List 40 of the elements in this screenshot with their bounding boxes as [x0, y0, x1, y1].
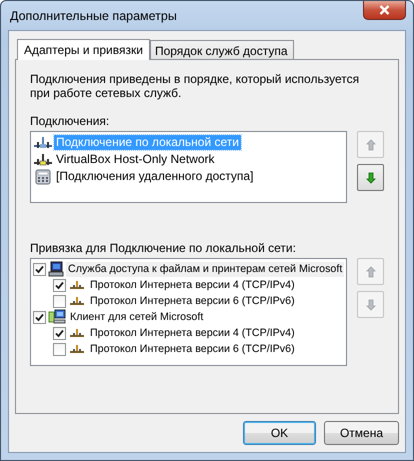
protocol-item[interactable]: Протокол Интернета версии 4 (TCP/IPv4): [88, 326, 297, 340]
service-item[interactable]: Служба доступа к файлам и принтерам сетей Microsoft: [66, 262, 344, 276]
protocol-item[interactable]: Протокол Интернета версии 6 (TCP/IPv6): [88, 294, 297, 308]
service-item[interactable]: Клиент для сетей Microsoft: [68, 310, 206, 324]
protocol-icon: [70, 296, 84, 306]
ok-button[interactable]: OK: [243, 421, 316, 445]
phone-icon: [35, 168, 51, 184]
connections-label: Подключения:: [30, 114, 110, 128]
network-icon: [34, 152, 52, 166]
computer-icon: [48, 309, 66, 325]
arrow-up-icon: [366, 266, 376, 278]
cancel-button[interactable]: Отмена: [324, 421, 399, 445]
computer-icon: [48, 261, 64, 277]
protocol-item[interactable]: Протокол Интернета версии 4 (TCP/IPv4): [88, 278, 297, 292]
window-title: Дополнительные параметры: [10, 9, 177, 23]
arrow-down-icon: [366, 298, 376, 310]
checkbox[interactable]: [53, 342, 66, 356]
close-icon: [379, 5, 390, 15]
protocol-item[interactable]: Протокол Интернета версии 6 (TCP/IPv6): [88, 342, 297, 356]
bindings-label: Привязка для Подключение по локальной сети:: [30, 241, 297, 255]
connection-item[interactable]: VirtualBox Host-Only Network: [54, 152, 216, 167]
protocol-icon: [70, 344, 84, 354]
move-down-button[interactable]: [357, 164, 384, 191]
checkbox[interactable]: [33, 262, 46, 276]
checkbox[interactable]: [53, 294, 66, 308]
network-icon: [34, 136, 52, 150]
connection-item[interactable]: [Подключения удаленного доступа]: [54, 169, 256, 184]
arrow-down-icon: [366, 172, 376, 184]
close-button[interactable]: [363, 1, 406, 20]
checkbox[interactable]: [53, 326, 66, 340]
checkbox[interactable]: [33, 310, 46, 324]
checkbox[interactable]: [53, 278, 66, 292]
arrow-up-icon: [366, 138, 376, 150]
connections-list[interactable]: Подключение по локальной сети VirtualBox Host-Only Network [Подключения удаленного доступа]: [30, 131, 347, 203]
tab[interactable]: Порядок служб доступа: [150, 40, 294, 59]
bindings-tree[interactable]: [30, 258, 347, 366]
protocol-icon: [70, 328, 84, 338]
protocol-icon: [70, 280, 84, 290]
tab[interactable]: Адаптеры и привязки: [17, 39, 150, 60]
description-text: Подключения приведены в порядке, который используется при работе сетевых служб.: [30, 72, 360, 100]
